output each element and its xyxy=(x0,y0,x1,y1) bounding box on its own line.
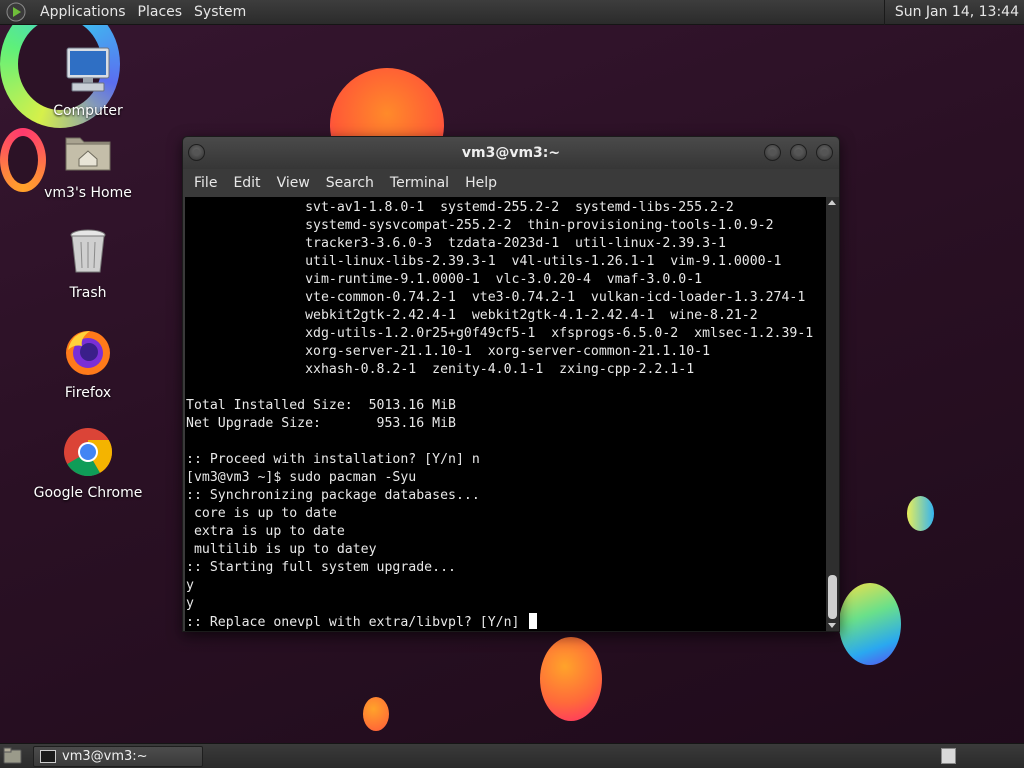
desktop-icon-firefox[interactable]: Firefox xyxy=(23,326,153,401)
terminal-icon xyxy=(40,750,56,763)
taskbar-terminal-button[interactable]: vm3@vm3:~ xyxy=(33,746,203,767)
terminal-line: systemd-sysvcompat-255.2-2 thin-provisio… xyxy=(186,218,774,233)
desktop-icon-home[interactable]: vm3's Home xyxy=(23,126,153,201)
terminal-line: xdg-utils-1.2.0r25+g0f49cf5-1 xfsprogs-6… xyxy=(186,326,814,341)
terminal-cursor xyxy=(529,613,538,629)
clock[interactable]: Sun Jan 14, 13:44 xyxy=(883,0,1024,25)
wallpaper-orange-blob-tiny xyxy=(363,697,389,731)
desktop-icon-computer[interactable]: Computer xyxy=(23,44,153,119)
window-title: vm3@vm3:~ xyxy=(461,145,561,161)
scrollbar-thumb[interactable] xyxy=(828,575,837,619)
desktop-icon-label: Trash xyxy=(69,285,107,301)
terminal-line: vte-common-0.74.2-1 vte3-0.74.2-1 vulkan… xyxy=(186,290,806,305)
terminal-menubar: File Edit View Search Terminal Help xyxy=(183,169,839,197)
trash-icon xyxy=(70,229,106,273)
close-button[interactable] xyxy=(816,144,833,161)
terminal-line: svt-av1-1.8.0-1 systemd-255.2-2 systemd-… xyxy=(186,200,734,215)
computer-icon xyxy=(66,47,110,92)
terminal-line: Total Installed Size: 5013.16 MiB xyxy=(186,398,456,413)
top-panel: Applications Places System Sun Jan 14, 1… xyxy=(0,0,1024,25)
system-menu[interactable]: System xyxy=(188,0,252,25)
firefox-icon xyxy=(66,331,110,375)
terminal-line: webkit2gtk-2.42.4-1 webkit2gtk-4.1-2.42.… xyxy=(186,308,758,323)
scroll-down-arrow-icon[interactable] xyxy=(828,623,836,628)
taskbar-button-label: vm3@vm3:~ xyxy=(62,749,148,764)
menu-view[interactable]: View xyxy=(269,169,318,197)
terminal-line: Net Upgrade Size: 953.16 MiB xyxy=(186,416,456,431)
wallpaper-small-blob xyxy=(907,496,934,531)
terminal-window[interactable]: vm3@vm3:~ File Edit View Search Terminal… xyxy=(182,136,840,632)
menu-terminal[interactable]: Terminal xyxy=(382,169,457,197)
desktop-icon-chrome[interactable]: Google Chrome xyxy=(23,426,153,501)
desktop-icon-label: Firefox xyxy=(64,385,112,401)
terminal-line: core is up to date xyxy=(186,506,337,521)
chrome-icon xyxy=(64,428,113,477)
menu-search[interactable]: Search xyxy=(318,169,382,197)
desktop-icon-label: Google Chrome xyxy=(33,485,143,501)
desktop-icon-trash[interactable]: Trash xyxy=(23,226,153,301)
menu-file[interactable]: File xyxy=(186,169,225,197)
applications-menu[interactable]: Applications xyxy=(34,0,132,25)
terminal-line: :: Synchronizing package databases... xyxy=(186,488,480,503)
terminal-line: tracker3-3.6.0-3 tzdata-2023d-1 util-lin… xyxy=(186,236,726,251)
wallpaper-orange-blob-bottom xyxy=(540,637,602,721)
terminal-line: y xyxy=(186,578,194,593)
menu-edit[interactable]: Edit xyxy=(225,169,268,197)
terminal-line: xxhash-0.8.2-1 zenity-4.0.1-1 zxing-cpp-… xyxy=(186,362,695,377)
wallpaper-blue-blob xyxy=(839,583,901,665)
terminal-line: :: Proceed with installation? [Y/n] n xyxy=(186,452,480,467)
window-menu-button[interactable] xyxy=(188,144,205,161)
show-desktop-icon[interactable] xyxy=(3,747,22,765)
menu-help[interactable]: Help xyxy=(457,169,505,197)
terminal-line: extra is up to date xyxy=(186,524,345,539)
distro-logo-icon[interactable] xyxy=(6,2,26,22)
terminal-line: [vm3@vm3 ~]$ sudo pacman -Syu xyxy=(186,470,417,485)
terminal-scrollbar[interactable] xyxy=(826,197,839,631)
terminal-line: :: Starting full system upgrade... xyxy=(186,560,456,575)
terminal-lines: svt-av1-1.8.0-1 systemd-255.2-2 systemd-… xyxy=(186,199,813,631)
terminal-output[interactable]: svt-av1-1.8.0-1 systemd-255.2-2 systemd-… xyxy=(185,197,826,631)
minimize-button[interactable] xyxy=(764,144,781,161)
window-titlebar[interactable]: vm3@vm3:~ xyxy=(183,137,839,169)
terminal-line: vim-runtime-9.1.0000-1 vlc-3.0.20-4 vmaf… xyxy=(186,272,703,287)
places-menu[interactable]: Places xyxy=(132,0,189,25)
desktop-icon-label: Computer xyxy=(53,103,123,119)
bottom-panel: vm3@vm3:~ xyxy=(0,743,1024,768)
terminal-line: multilib is up to datey xyxy=(186,542,377,557)
terminal-line: y xyxy=(186,596,194,611)
desktop-icon-label: vm3's Home xyxy=(44,185,132,201)
workspace-switcher[interactable] xyxy=(941,748,956,764)
maximize-button[interactable] xyxy=(790,144,807,161)
terminal-line: xorg-server-21.1.10-1 xorg-server-common… xyxy=(186,344,711,359)
terminal-line: util-linux-libs-2.39.3-1 v4l-utils-1.26.… xyxy=(186,254,782,269)
home-folder-icon xyxy=(65,137,111,171)
terminal-line: :: Replace onevpl with extra/libvpl? [Y/… xyxy=(186,613,813,631)
scroll-up-arrow-icon[interactable] xyxy=(828,200,836,205)
